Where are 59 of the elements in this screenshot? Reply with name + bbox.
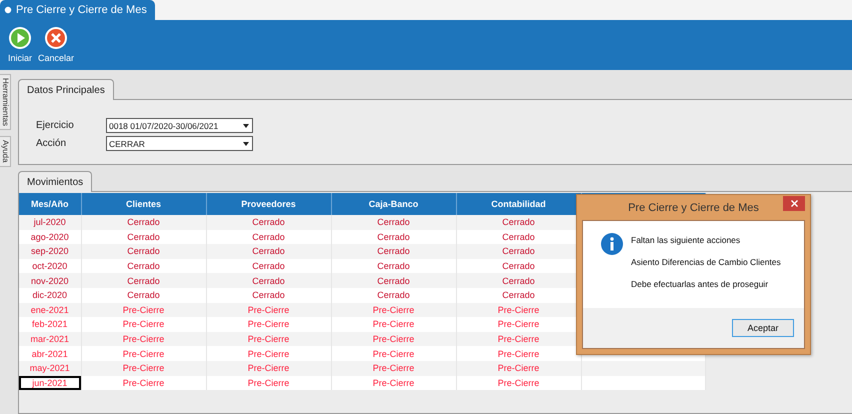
message-text: Debe efectuarlas antes de proseguir (631, 279, 770, 289)
start-button[interactable]: Iniciar (8, 26, 32, 70)
status-cell: Pre-Cierre (331, 360, 456, 376)
cancel-button[interactable]: Cancelar (38, 26, 74, 70)
status-cell: Pre-Cierre (81, 376, 206, 390)
status-cell: Cerrado (81, 273, 206, 288)
status-cell: Pre-Cierre (456, 376, 581, 390)
status-cell: Cerrado (206, 215, 331, 230)
caret-icon (243, 142, 249, 146)
status-cell: Cerrado (206, 244, 331, 259)
app-icon (4, 6, 12, 14)
side-tab[interactable]: Herramientas (0, 74, 11, 130)
column-header[interactable]: Caja-Banco (331, 193, 456, 215)
column-header[interactable]: Clientes (81, 193, 206, 215)
status-cell: Pre-Cierre (331, 376, 456, 390)
status-cell: Cerrado (206, 273, 331, 288)
status-cell: Pre-Cierre (81, 360, 206, 376)
status-cell: Pre-Cierre (456, 360, 581, 376)
close-icon (44, 26, 68, 50)
month-cell[interactable]: sep-2020 (19, 244, 81, 259)
status-cell: Pre-Cierre (331, 332, 456, 346)
play-icon (8, 26, 32, 50)
close-button[interactable] (783, 196, 805, 211)
column-header[interactable]: Contabilidad (456, 193, 581, 215)
status-cell: Pre-Cierre (206, 302, 331, 318)
month-cell[interactable]: nov-2020 (19, 273, 81, 288)
status-cell: Cerrado (331, 273, 456, 288)
month-cell[interactable]: jun-2021 (19, 376, 81, 390)
message-text: Faltan las siguiente acciones (631, 235, 742, 245)
field-label: Ejercicio (36, 119, 75, 133)
caret-icon (243, 124, 249, 128)
dropdown-field[interactable]: 0018 01/07/2020-30/06/2021 (106, 118, 253, 133)
status-cell: Pre-Cierre (206, 376, 331, 390)
info-icon (601, 233, 623, 255)
field-label: Acción (36, 137, 68, 151)
month-cell[interactable]: jul-2020 (19, 215, 81, 230)
status-cell: Pre-Cierre (81, 332, 206, 346)
month-cell[interactable]: may-2021 (19, 360, 81, 376)
status-cell: Cerrado (81, 215, 206, 230)
dialog-title: Pre Cierre y Cierre de Mes (627, 202, 760, 214)
status-cell: Pre-Cierre (331, 302, 456, 318)
dropdown-field[interactable]: CERRAR (106, 136, 253, 151)
status-cell: Pre-Cierre (206, 332, 331, 346)
month-cell[interactable]: mar-2021 (19, 332, 81, 346)
column-header[interactable]: Proveedores (206, 193, 331, 215)
column-header[interactable]: Mes/Año (19, 193, 81, 215)
window-tab[interactable]: Pre Cierre y Cierre de Mes (0, 0, 155, 20)
status-cell: Cerrado (331, 244, 456, 259)
message-text: Asiento Diferencias de Cambio Clientes (631, 257, 781, 267)
close-icon (790, 200, 798, 207)
status-cell: Cerrado (81, 244, 206, 259)
status-cell: Pre-Cierre (206, 360, 331, 376)
status-cell: Pre-Cierre (81, 302, 206, 318)
panel-tab[interactable]: Datos Principales (18, 79, 114, 100)
status-cell: Cerrado (331, 215, 456, 230)
side-tab[interactable]: Ayuda (0, 136, 11, 167)
month-cell[interactable]: ene-2021 (19, 302, 81, 318)
panel-tab[interactable]: Movimientos (18, 171, 92, 192)
accept-button[interactable]: Aceptar (732, 319, 794, 337)
